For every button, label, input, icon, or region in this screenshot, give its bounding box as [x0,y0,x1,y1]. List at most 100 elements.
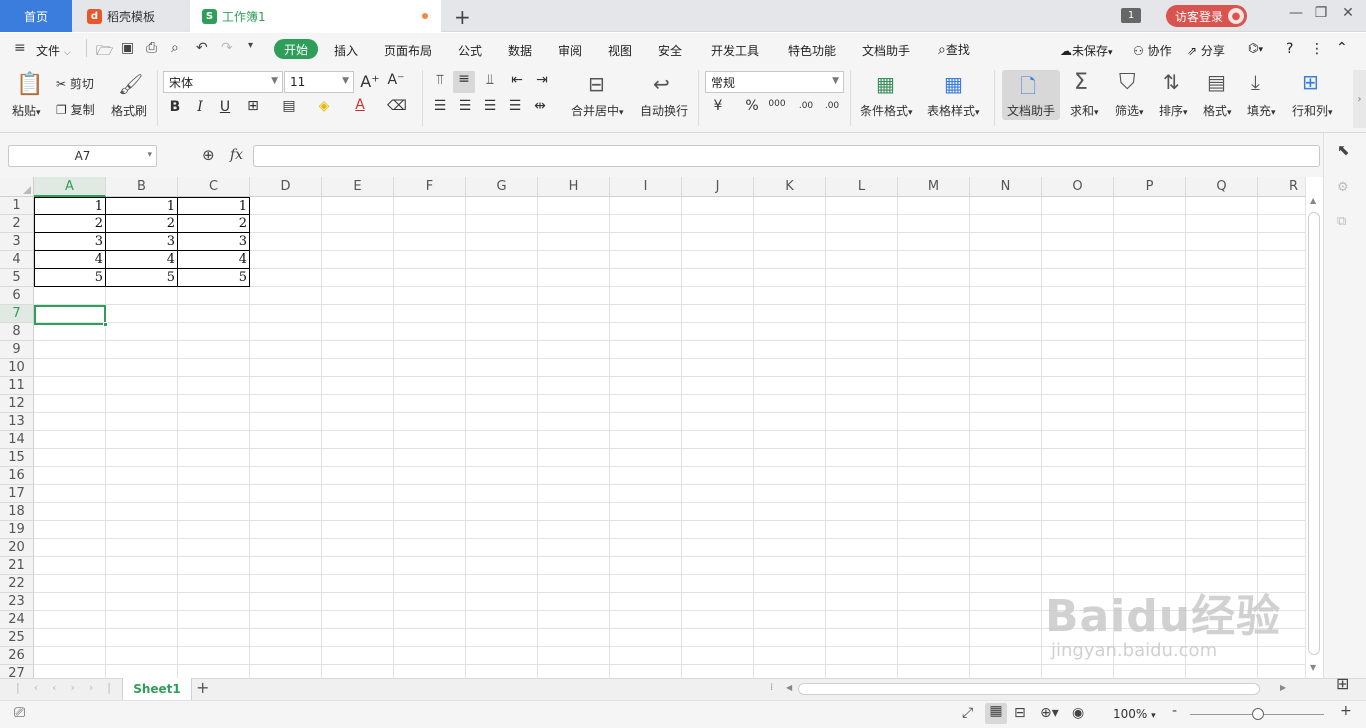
insert-function-button[interactable]: fx [230,147,243,163]
menu-insert[interactable]: 插入 [334,42,358,59]
cell-b3[interactable]: 3 [106,233,178,251]
currency-icon[interactable]: ¥ [708,98,728,114]
more-options-icon[interactable]: ⋮ [1310,41,1324,57]
selected-cell-a7[interactable] [34,305,108,327]
column-header-q[interactable]: Q [1186,177,1258,197]
menu-doc-helper[interactable]: 文档助手 [862,42,910,59]
row-header-26[interactable]: 26 [0,647,34,665]
zoom-in-button[interactable]: + [1340,703,1352,719]
menu-security[interactable]: 安全 [658,42,682,59]
scroll-down-icon[interactable]: ▼ [1310,663,1316,672]
new-tab-button[interactable]: + [454,5,471,29]
menu-developer[interactable]: 开发工具 [711,42,759,59]
copy-button[interactable]: ❐ 复制 [56,101,95,118]
paste-button[interactable]: 粘贴▾ [12,102,41,119]
align-right-icon[interactable]: ☰ [480,98,500,114]
open-folder-icon[interactable]: 🗁 [96,40,113,64]
row-header-10[interactable]: 10 [0,359,34,377]
name-box[interactable]: A7 ▾ [8,145,157,167]
menu-review[interactable]: 审阅 [558,42,582,59]
column-header-a[interactable]: A [34,177,106,197]
row-header-3[interactable]: 3 [0,233,34,251]
column-header-n[interactable]: N [970,177,1042,197]
row-header-7[interactable]: 7 [0,305,34,323]
row-header-11[interactable]: 11 [0,377,34,395]
cell-a4[interactable]: 4 [34,251,106,269]
merge-center-button[interactable]: 合并居中▾ [571,102,624,119]
row-header-20[interactable]: 20 [0,539,34,557]
increase-decimal-button[interactable]: .00 [796,101,816,111]
macro-record-icon[interactable]: ⎚ [14,705,25,721]
normal-view-icon[interactable]: ▦ [985,703,1007,724]
column-header-d[interactable]: D [250,177,322,197]
row-header-5[interactable]: 5 [0,269,34,287]
cell-b5[interactable]: 5 [106,269,178,287]
ribbon-scroll-right-icon[interactable]: › [1353,70,1366,128]
cell-a2[interactable]: 2 [34,215,106,233]
row-header-19[interactable]: 19 [0,521,34,539]
cell-c5[interactable]: 5 [178,269,250,287]
menu-page-layout[interactable]: 页面布局 [384,42,432,59]
table-style-icon[interactable]: ▦ [944,72,963,96]
column-header-l[interactable]: L [826,177,898,197]
filter-icon[interactable]: ⛉ [1119,70,1136,95]
page-layout-view-icon[interactable]: ⊕▾ [1040,705,1059,721]
sort-button[interactable]: 排序▾ [1159,102,1188,119]
cell-a3[interactable]: 3 [34,233,106,251]
window-count-badge[interactable]: 1 [1121,8,1141,23]
font-size-select[interactable]: 11 ▼ [284,71,354,93]
format-painter-button[interactable]: 格式刷 [111,102,147,119]
undo-icon[interactable]: ↶ [196,40,208,56]
add-sheet-button[interactable]: + [196,678,209,697]
column-header-h[interactable]: H [538,177,610,197]
align-center-icon[interactable]: ☰ [455,98,475,114]
collapse-ribbon-icon[interactable]: ⌃ [1336,40,1348,56]
zoom-out-button[interactable]: - [1172,703,1177,719]
merge-center-icon[interactable]: ⊟ [588,72,605,96]
cell-a5[interactable]: 5 [34,269,106,287]
sheet-nav-arrows-icon[interactable]: |‹‹››| [16,681,125,694]
row-header-17[interactable]: 17 [0,485,34,503]
row-header-13[interactable]: 13 [0,413,34,431]
column-header-g[interactable]: G [466,177,538,197]
fill-color-icon[interactable]: ◈ [314,98,334,114]
select-all-corner[interactable] [0,177,34,197]
distributed-align-icon[interactable]: ⇹ [530,98,550,114]
column-header-e[interactable]: E [322,177,394,197]
wrap-text-icon[interactable]: ↩ [653,72,670,96]
minimize-icon[interactable]: — [1286,5,1306,21]
row-header-2[interactable]: 2 [0,215,34,233]
zoom-level[interactable]: 100% ▾ [1113,707,1156,721]
print-preview-icon[interactable]: ⌕ [171,40,179,56]
column-header-c[interactable]: C [178,177,250,197]
wrap-text-button[interactable]: 自动换行 [640,102,688,119]
sum-icon[interactable]: Σ [1074,70,1088,95]
menu-view[interactable]: 视图 [608,42,632,59]
number-format-select[interactable]: 常规 ▼ [705,71,844,93]
column-header-i[interactable]: I [610,177,682,197]
search-command[interactable]: ⌕查找 [938,41,970,58]
row-header-14[interactable]: 14 [0,431,34,449]
cell-c4[interactable]: 4 [178,251,250,269]
decrease-indent-icon[interactable]: ⇤ [507,72,527,88]
cell-b1[interactable]: 1 [106,197,178,215]
justify-icon[interactable]: ☰ [505,98,525,114]
percent-button[interactable]: % [742,98,762,114]
help-button[interactable]: ? [1286,41,1293,57]
row-header-25[interactable]: 25 [0,629,34,647]
horizontal-scroll-thumb[interactable] [798,683,1260,695]
decrease-decimal-button[interactable]: .00 [822,101,842,111]
borders-icon[interactable]: ⊞ [243,98,263,114]
vertical-scroll-thumb[interactable] [1308,212,1320,655]
sum-button[interactable]: 求和▾ [1070,102,1099,119]
tab-home[interactable]: 首页 [0,0,72,32]
cell-a1[interactable]: 1 [34,197,106,215]
cell-b4[interactable]: 4 [106,251,178,269]
underline-button[interactable]: U [215,99,235,115]
italic-button[interactable]: I [190,99,210,115]
scroll-left-icon[interactable]: ◀ [786,683,792,692]
share-button[interactable]: ⇗ 分享 [1187,42,1225,59]
format-button[interactable]: 格式▾ [1203,102,1232,119]
row-header-6[interactable]: 6 [0,287,34,305]
font-color-button[interactable]: A [350,97,370,113]
